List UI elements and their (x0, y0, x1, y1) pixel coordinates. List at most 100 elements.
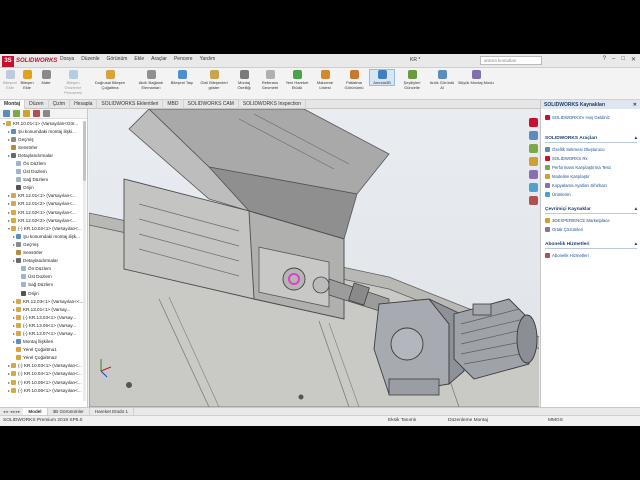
tree-node[interactable]: Sensörler (0, 143, 87, 151)
command-button[interactable]: Malzeme Listesi (312, 70, 338, 90)
section-title[interactable]: Çevrimiçi Kaynaklar ▴ (545, 207, 637, 214)
solidworks-logo[interactable]: 3S SOLIDWORKS (2, 55, 57, 67)
tree-node[interactable]: ▾ KR.10.01<1> (Varsayılan<Gör... (0, 119, 87, 127)
command-button[interactable]: Gizli Bileşenleri göster (198, 70, 230, 90)
help-icon[interactable]: ? (603, 56, 606, 63)
tab-solidworks-cam[interactable]: SOLIDWORKS CAM (184, 100, 239, 109)
gearbox[interactable] (373, 298, 465, 396)
resource-link[interactable]: SOLIDWORKS Rx (545, 154, 637, 163)
resource-link[interactable]: Performans Karşılaştırma Testi (545, 163, 637, 172)
tree-node[interactable]: ▸ (-) KR.13.06<1> (Varsay... (0, 321, 87, 329)
command-button[interactable]: Bileşen Önizleme Penceresi (60, 70, 86, 95)
command-button[interactable]: Doğrusal Bileşen Çoğaltma (88, 70, 132, 90)
tree-node[interactable]: Üst Düzlem (0, 168, 87, 176)
section-title[interactable]: SOLIDWORKS Araçları ▴ (545, 136, 637, 143)
tree-node[interactable]: ▸ (-) KR.13.03<1> (Varsay... (0, 313, 87, 321)
tree-node[interactable]: ▾ (-) KR.10.02<1> (Varsayılan<... (0, 224, 87, 232)
tab-nav-arrows-icon[interactable]: ◂ ▸ ◂◂ ▸▸ (0, 409, 23, 415)
tree-tool-icon[interactable] (23, 110, 30, 117)
menu-item[interactable]: Pencere (174, 56, 193, 62)
collapse-icon[interactable]: ▴ (635, 242, 637, 247)
graphics-area[interactable] (89, 109, 540, 407)
status-units[interactable]: MMGS (548, 418, 563, 423)
collapse-icon[interactable]: ▴ (635, 136, 637, 141)
command-button[interactable]: Şeçiliyleri Güncelle (398, 70, 426, 90)
tree-node[interactable]: ▸ Şu konumdaki montaj ilişki... (0, 127, 87, 135)
resource-link[interactable]: Ürünlerim (545, 190, 637, 199)
task-pane-tab-icon[interactable] (529, 196, 538, 205)
command-button[interactable]: Bileşeni Ekle (2, 70, 18, 90)
pin-icon[interactable]: ✕ (633, 102, 637, 108)
welcome-link[interactable]: SOLIDWORKS'e Hoş Geldiniz (545, 113, 637, 122)
tree-node[interactable]: ▸ (-) KR.10.03<1> (Varsayılan<... (0, 362, 87, 370)
task-pane-tab-icon[interactable] (529, 183, 538, 192)
resource-link[interactable]: Ortak Çözümleri (545, 225, 637, 234)
command-button[interactable]: Akıllı Bağlantı Elemanları (134, 70, 168, 90)
tree-node[interactable]: ▸ KR.13.01<1> (Varsay... (0, 305, 87, 313)
tree-node[interactable]: Sağ Düzlem (0, 176, 87, 184)
command-button[interactable]: Anlık Görüntü Al (428, 70, 456, 90)
tab-montaj[interactable]: Montaj (0, 100, 26, 109)
tab-solidworks-inspection[interactable]: SOLIDWORKS Inspection (239, 100, 306, 109)
command-button[interactable]: Mate (36, 70, 56, 85)
collapse-icon[interactable]: ▴ (635, 207, 637, 212)
assembly-model-view[interactable] (89, 109, 540, 407)
menu-item[interactable]: Ekle (134, 56, 144, 62)
tree-node[interactable]: Sensörler (0, 249, 87, 257)
tree-node[interactable]: ▸ Geçmiş (0, 135, 87, 143)
tree-node[interactable]: Ön Düzlem (0, 265, 87, 273)
tree-node[interactable]: ▸ (-) KR.10.04<1> (Varsayılan<... (0, 370, 87, 378)
tab-hesapla[interactable]: Hesapla (70, 100, 98, 109)
command-button[interactable]: Referans Geometri (258, 70, 282, 90)
tree-node[interactable]: ▸ Geçmiş (0, 240, 87, 248)
command-button[interactable]: Bileşen Ekle (18, 70, 36, 90)
tree-node[interactable]: ▸ KR.12.02<2> (Varsayılan<... (0, 216, 87, 224)
command-button[interactable]: Büyük Montaj Modu (458, 70, 494, 85)
menu-item[interactable]: Düzenle (81, 56, 99, 62)
task-pane-tab-icon[interactable] (529, 118, 538, 127)
maximize-icon[interactable]: □ (621, 56, 625, 63)
minimize-icon[interactable]: – (612, 56, 615, 63)
tree-scrollbar[interactable] (83, 121, 86, 401)
resource-link[interactable]: Özellik Sekmesi Oluşturucu (545, 145, 637, 154)
tree-node[interactable]: ▸ KR.12.03<1> (Varsayılan<<... (0, 297, 87, 305)
tree-node[interactable]: Sağ Düzlem (0, 281, 87, 289)
menu-item[interactable]: Dosya (60, 56, 74, 62)
tree-node[interactable]: ▸ KR.12.01<2> (Varsayılan<... (0, 200, 87, 208)
tree-tool-icon[interactable] (33, 110, 40, 117)
tree-node[interactable]: ▸ (-) KR.10.06<1> (Varsayılan<... (0, 386, 87, 394)
resource-link[interactable]: 3DEXPERIENCE Marketplace (545, 216, 637, 225)
tree-node[interactable]: ▸ (-) KR.10.05<1> (Varsayılan<... (0, 378, 87, 386)
tree-node[interactable]: ▸ (-) KR.13.07<1> (Varsay... (0, 329, 87, 337)
tab-düzen[interactable]: Düzen (25, 100, 49, 109)
tree-node[interactable]: Ön Düzlem (0, 159, 87, 167)
tree-node[interactable]: Yerel Çoğaltma2 (0, 354, 87, 362)
tab-mbd[interactable]: MBD (163, 100, 184, 109)
command-button[interactable]: Montaj Özelliği (232, 70, 256, 90)
tab-solidworks-eklentileri[interactable]: SOLIDWORKS Eklentileri (97, 100, 164, 109)
close-icon[interactable]: ✕ (631, 56, 636, 63)
resource-link[interactable]: Kopyalama Ayarları Sihirbazı (545, 181, 637, 190)
section-title[interactable]: Abonelik Hizmetleri ▴ (545, 242, 637, 249)
resource-link[interactable]: Modelimi Karşılaştır (545, 172, 637, 181)
task-pane-tab-icon[interactable] (529, 157, 538, 166)
task-pane-tab-icon[interactable] (529, 170, 538, 179)
command-button[interactable]: Bileşeni Taşı (170, 70, 194, 85)
tree-node[interactable]: ▸ KR.12.01<1> (Varsayılan<... (0, 192, 87, 200)
tree-node[interactable]: ▸ Detaylandırmalar (0, 151, 87, 159)
tree-tool-icon[interactable] (3, 110, 10, 117)
tree-node[interactable]: Orijin (0, 289, 87, 297)
tree-node[interactable]: Orijin (0, 184, 87, 192)
command-button[interactable]: Yeni Hareket Etüdü (284, 70, 310, 90)
tree-node[interactable]: Yerel Çoğaltma1 (0, 346, 87, 354)
tree-node[interactable]: Üst Düzlem (0, 273, 87, 281)
tree-node[interactable]: ▸ Detaylandırmalar (0, 257, 87, 265)
tree-node[interactable]: ▸ Şu konumdaki montaj ilişk... (0, 232, 87, 240)
menu-item[interactable]: Yardım (200, 56, 216, 62)
menu-item[interactable]: Araçlar (151, 56, 167, 62)
tree-node[interactable]: ▸ Montaj İlişkileri (0, 338, 87, 346)
command-button[interactable]: Anında3B (369, 69, 395, 86)
tree-tool-icon[interactable] (13, 110, 20, 117)
task-pane-tab-icon[interactable] (529, 131, 538, 140)
menu-item[interactable]: Görünüm (107, 56, 128, 62)
